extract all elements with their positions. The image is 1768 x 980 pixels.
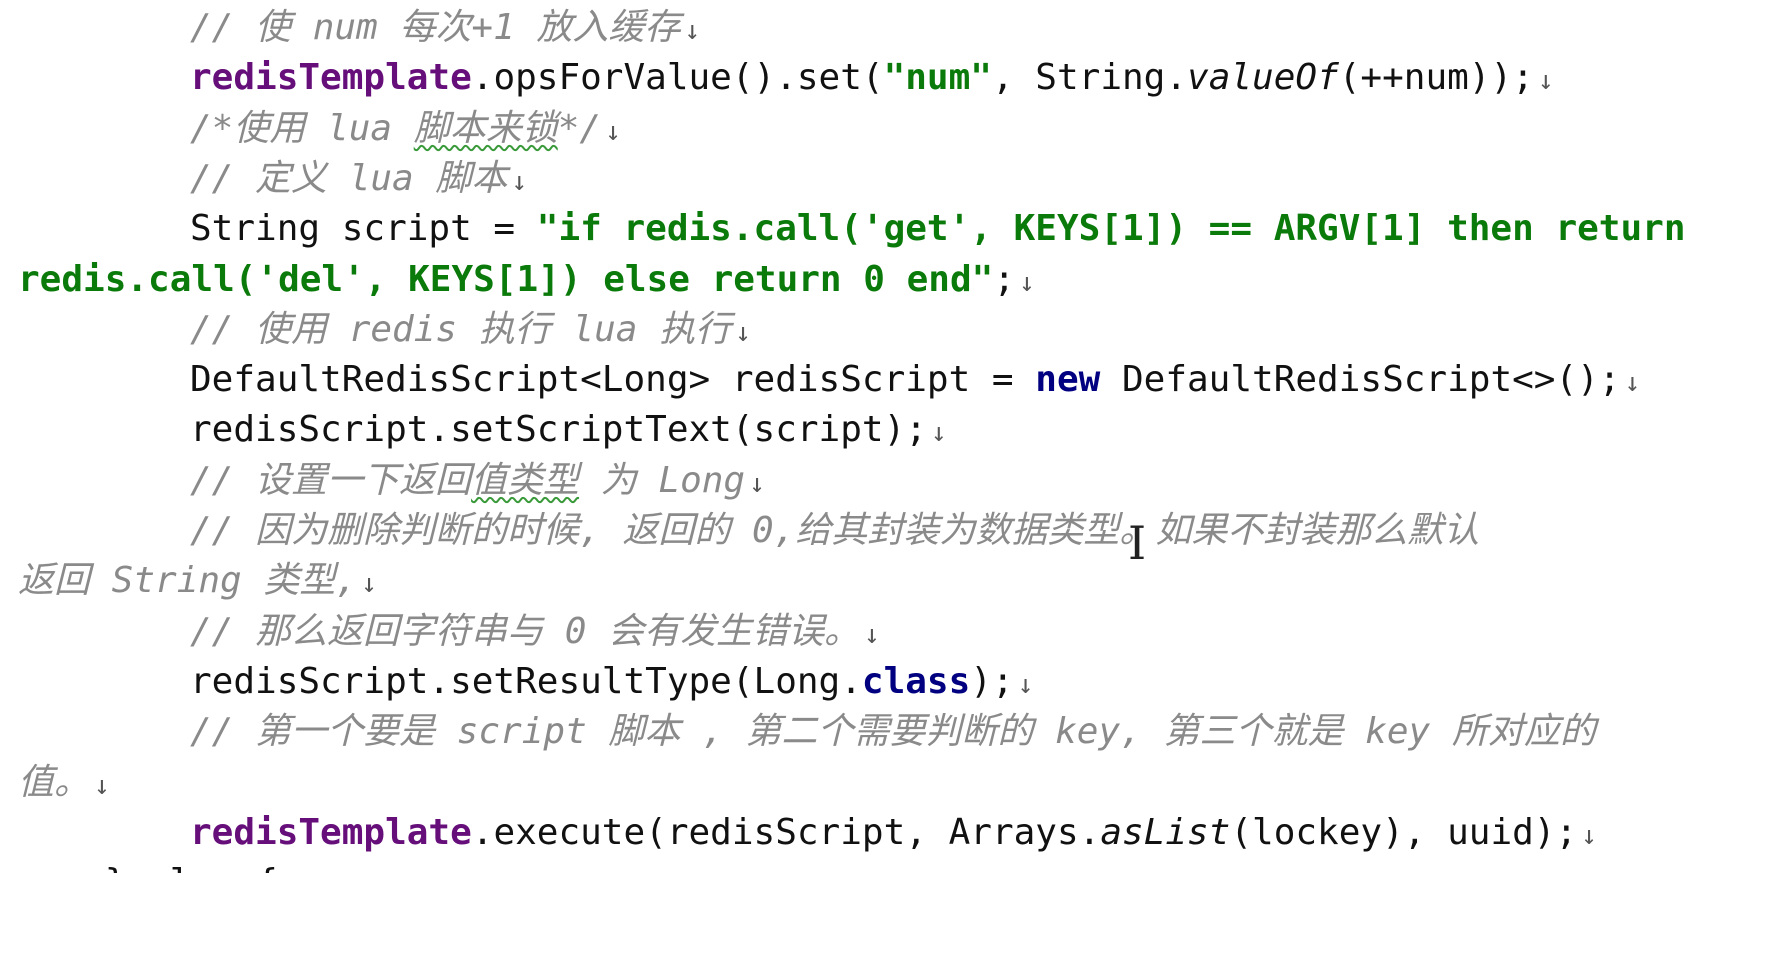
code-token-comment: // 那么返回字符串与 0 会有发生错误。 — [190, 610, 861, 652]
code-line[interactable]: // 因为删除判断的时候, 返回的 0,给其封装为数据类型。如果不封装那么默认 — [0, 503, 1479, 559]
code-line[interactable]: redisScript.setResultType(Long.class); ↓ — [0, 654, 1033, 710]
code-token-string: "num" — [883, 57, 992, 99]
code-token-string: redis.call('del', KEYS[1]) else return 0… — [18, 258, 994, 300]
code-token-plain: .execute(redisScript, Arrays. — [471, 811, 1101, 853]
paragraph-mark-icon: ↓ — [930, 418, 947, 449]
code-line[interactable]: redis.call('del', KEYS[1]) else return 0… — [0, 252, 1035, 308]
code-token-keyword: class — [861, 660, 971, 702]
code-token-plain: String script = — [190, 208, 537, 250]
code-token-comment: // 使用 redis 执行 lua 执行 — [190, 308, 732, 350]
paragraph-mark-icon: ↓ — [1019, 267, 1035, 298]
code-line[interactable]: redisScript.setScriptText(script); ↓ — [0, 402, 947, 458]
code-token-plain: DefaultRedisScript<>(); — [1100, 359, 1621, 401]
code-token-plain: , String. — [991, 57, 1188, 99]
code-token-comment: 脚本来锁 — [413, 107, 558, 149]
code-token-plain: redisScript.setScriptText(script); — [190, 409, 927, 451]
code-token-plain: ; — [993, 258, 1016, 300]
paragraph-mark-icon: ↓ — [605, 116, 621, 147]
paragraph-mark-icon: ↓ — [1581, 820, 1597, 851]
paragraph-mark-icon: ↓ — [749, 468, 765, 499]
code-line[interactable]: String script = "if redis.call('get', KE… — [0, 201, 1686, 257]
paragraph-mark-icon: ↓ — [94, 770, 110, 801]
code-line[interactable]: 返回 String 类型, ↓ — [0, 553, 377, 609]
code-token-keyword: new — [1035, 359, 1101, 401]
code-token-comment: 返回 String 类型, — [18, 560, 358, 602]
code-token-field: redisTemplate — [190, 811, 472, 853]
code-token-plain: (++num)); — [1338, 57, 1534, 99]
code-token-comment: 值。 — [18, 761, 91, 803]
paragraph-mark-icon: ↓ — [735, 317, 751, 348]
paragraph-mark-icon: ↓ — [361, 569, 377, 600]
code-line[interactable]: // 第一个要是 script 脚本 , 第二个需要判断的 key, 第三个就是… — [0, 704, 1596, 760]
code-line[interactable]: redisTemplate.opsForValue().set("num", S… — [0, 50, 1553, 106]
code-token-plain: redisScript.setResultType(Long. — [190, 660, 862, 702]
code-token-comment: 值类型 — [471, 459, 580, 501]
code-token-string: "if redis.call('get', KEYS[1]) == ARGV[1… — [536, 208, 1686, 250]
code-editor[interactable]: // 使 num 每次+1 放入缓存 ↓ redisTemplate.opsForV… — [0, 0, 1768, 980]
code-token-static: asList — [1100, 811, 1231, 853]
code-line[interactable]: // 定义 lua 脚本 ↓ — [0, 151, 527, 207]
code-line[interactable]: DefaultRedisScript<Long> redisScript = n… — [0, 352, 1640, 408]
code-line[interactable]: // 那么返回字符串与 0 会有发生错误。 ↓ — [0, 604, 880, 660]
code-line[interactable]: } else { — [0, 855, 278, 873]
code-token-plain: } else { — [18, 862, 278, 873]
paragraph-mark-icon: ↓ — [864, 619, 880, 650]
paragraph-mark-icon: ↓ — [1624, 368, 1641, 399]
code-token-comment: /*使用 lua — [190, 107, 414, 149]
paragraph-mark-icon: ↓ — [511, 166, 528, 197]
code-token-comment: 为 Long — [579, 459, 746, 501]
code-token-plain: ); — [970, 660, 1014, 702]
code-token-comment: // 第一个要是 script 脚本 , 第二个需要判断的 key, 第三个就是… — [190, 711, 1596, 753]
code-token-comment: // 使 num 每次+1 放入缓存 — [190, 7, 681, 48]
code-token-comment: // 定义 lua 脚本 — [190, 157, 508, 199]
paragraph-mark-icon: ↓ — [684, 16, 701, 46]
paragraph-mark-icon: ↓ — [1017, 669, 1034, 700]
text-cursor-icon: I — [1128, 516, 1147, 570]
code-token-comment: // 设置一下返回 — [190, 459, 472, 501]
code-token-field: redisTemplate — [190, 57, 472, 99]
code-token-plain: (lockey), uuid); — [1230, 811, 1578, 853]
code-line[interactable]: // 设置一下返回值类型 为 Long ↓ — [0, 453, 765, 509]
code-token-plain: DefaultRedisScript<Long> redisScript = — [190, 359, 1036, 401]
code-token-comment: */ — [557, 107, 602, 149]
paragraph-mark-icon: ↓ — [1537, 66, 1554, 97]
code-line[interactable]: // 使 num 每次+1 放入缓存 ↓ — [0, 0, 700, 56]
code-token-static: valueOf — [1187, 57, 1339, 99]
code-line[interactable]: // 使用 redis 执行 lua 执行 ↓ — [0, 302, 751, 358]
code-token-plain: .opsForValue().set( — [471, 57, 884, 99]
code-line[interactable]: redisTemplate.execute(redisScript, Array… — [0, 805, 1597, 861]
code-line[interactable]: 值。 ↓ — [0, 755, 110, 811]
code-line[interactable]: /*使用 lua 脚本来锁*/↓ — [0, 101, 621, 157]
code-token-comment: // 因为删除判断的时候, 返回的 0,给其封装为数据类型。如果不封装那么默认 — [190, 510, 1480, 551]
